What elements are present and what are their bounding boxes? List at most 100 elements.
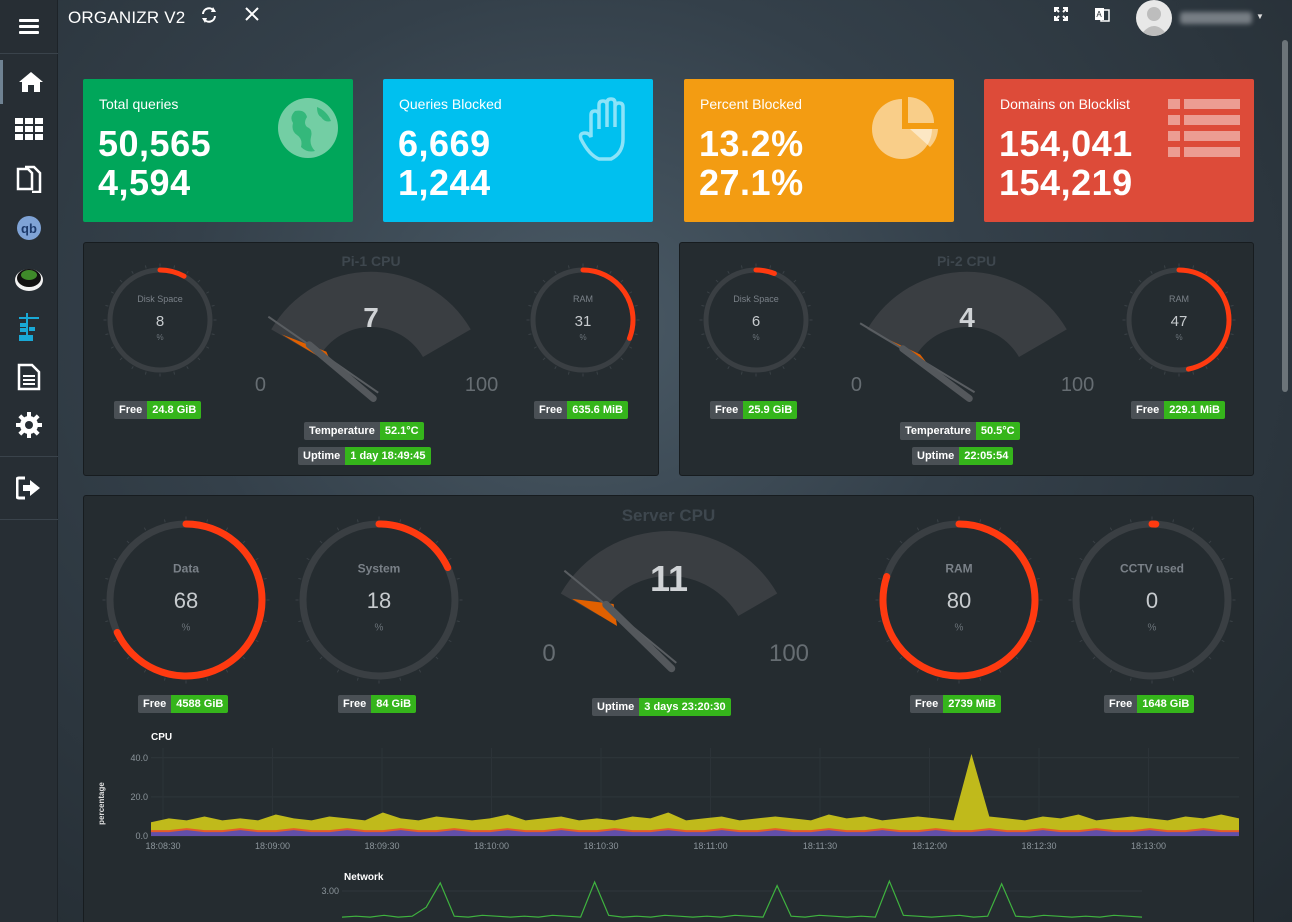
gauge-tick <box>1221 639 1225 643</box>
gauge-unit: % <box>955 622 964 633</box>
top-bar: ORGANIZR V2 A ▼ <box>58 0 1292 36</box>
gauge-tick <box>1192 371 1195 375</box>
badge-key: Uptime <box>912 447 960 465</box>
gauge-tick <box>1015 540 1019 544</box>
gauge-tick <box>793 357 797 361</box>
close-icon[interactable] <box>244 6 260 27</box>
gear-icon <box>16 412 42 438</box>
gauge-tick <box>1036 577 1040 580</box>
gauge-tick <box>542 357 546 361</box>
cpu-min: 0 <box>851 374 862 396</box>
hamburger-icon[interactable] <box>0 4 58 48</box>
sidebar-item-portainer[interactable] <box>0 306 58 350</box>
gauge-value: 31 <box>575 313 592 330</box>
gauge-tick <box>528 333 532 336</box>
language-icon[interactable]: A <box>1094 6 1110 27</box>
badge-key: Temperature <box>304 422 380 440</box>
badge-value: 1 day 18:49:45 <box>345 447 431 465</box>
gauge-tick <box>144 265 147 269</box>
scrollbar[interactable] <box>1282 40 1288 392</box>
gauge-tick <box>533 291 537 294</box>
gauge-unit: % <box>182 622 191 633</box>
sidebar-item-settings[interactable] <box>0 403 58 447</box>
badge-value: 24.8 GiB <box>147 401 202 419</box>
server-ram-free-badge: Free 2739 MiB <box>910 695 1001 713</box>
sidebar-item-apps[interactable] <box>0 107 58 151</box>
gauge-tick <box>1129 677 1132 681</box>
cpu-gauge: 11 0 100 <box>542 531 809 673</box>
network-series <box>341 879 1143 918</box>
gauge-tick <box>528 304 532 307</box>
gauge-tick <box>1191 527 1195 531</box>
cpu-max: 100 <box>1061 374 1094 396</box>
ring-gauge: CCTV used 0% <box>1068 516 1236 684</box>
gauge-tick <box>206 677 209 681</box>
gauge-tick <box>1079 639 1083 643</box>
y-tick-label: 40.0 <box>130 753 148 763</box>
gauge-tick <box>886 557 890 561</box>
gauge-tick <box>119 357 123 361</box>
gauge-tick <box>1092 656 1096 660</box>
gauge-unit: % <box>1175 333 1182 342</box>
gauge-tick <box>1150 270 1153 274</box>
gauge-tick <box>298 577 302 580</box>
cpu-gauge: 4 0 100 <box>851 271 1094 402</box>
gauge-value-arc <box>157 267 187 279</box>
pi2-temperature-badge: Temperature 50.5°C <box>900 422 1020 440</box>
badge-value: 1648 GiB <box>1137 695 1195 713</box>
gauge-tick <box>242 540 246 544</box>
gauge-tick <box>356 677 359 681</box>
pi2-disk-free-badge: Free 25.9 GiB <box>710 401 798 419</box>
user-avatar[interactable] <box>1136 0 1172 36</box>
gauge-tick <box>119 279 123 283</box>
gauge-tick <box>131 270 134 274</box>
gauge-tick <box>206 291 210 294</box>
badge-key: Free <box>138 695 172 713</box>
username[interactable] <box>1180 12 1252 24</box>
gauge-tick <box>634 333 638 336</box>
gauge-tick <box>567 265 570 269</box>
sidebar-item-documents[interactable] <box>0 157 58 201</box>
gauge-tick <box>899 656 903 660</box>
globe-icon <box>277 97 339 164</box>
fullscreen-icon[interactable] <box>1053 6 1069 27</box>
sidebar-item-home[interactable] <box>0 60 58 104</box>
gauge-label: RAM <box>945 562 972 576</box>
gauge-tick <box>1150 366 1153 370</box>
tile-value-secondary: 4,594 <box>98 162 191 203</box>
refresh-icon[interactable] <box>200 6 218 29</box>
gauge-tick <box>1109 669 1113 673</box>
caret-down-icon[interactable]: ▼ <box>1256 12 1264 21</box>
gauge-tick <box>1208 656 1212 660</box>
badge-value: 25.9 GiB <box>743 401 798 419</box>
gauge-tick <box>1172 519 1175 523</box>
gauge-tick <box>554 270 557 274</box>
gauge-tick <box>936 519 939 523</box>
tile-percent-blocked: Percent Blocked 13.2% 27.1% <box>684 79 954 222</box>
gauge-tick <box>609 366 612 370</box>
cpu-series-0 <box>151 753 1239 836</box>
cpu-value: 4 <box>959 302 975 333</box>
gauge-tick <box>163 519 166 523</box>
x-tick-label: 18:09:30 <box>364 841 399 851</box>
sidebar-item-ombi[interactable] <box>0 256 58 300</box>
gauge-tick <box>206 519 209 523</box>
sidebar-item-logs[interactable] <box>0 355 58 399</box>
ring-gauge: RAM 80% <box>875 516 1043 684</box>
cpu-value: 7 <box>363 302 379 333</box>
gauge-tick <box>769 265 772 269</box>
gauge-tick <box>554 366 557 370</box>
ring-gauge: System 18% <box>295 516 463 684</box>
hand-icon <box>575 97 639 168</box>
gauge-tick <box>418 527 422 531</box>
sidebar-item-qbittorrent[interactable]: qb <box>0 206 58 250</box>
badge-value: 229.1 MiB <box>1164 401 1225 419</box>
sidebar-item-logout[interactable] <box>0 466 58 510</box>
gauge-tick <box>197 279 201 283</box>
gauge-tick <box>629 291 633 294</box>
gauge-tick <box>1229 577 1233 580</box>
badge-value: 52.1°C <box>379 422 424 440</box>
gauge-tick <box>1124 333 1128 336</box>
gauge-label: CCTV used <box>1120 562 1184 576</box>
gauge-label: Disk Space <box>137 294 183 304</box>
